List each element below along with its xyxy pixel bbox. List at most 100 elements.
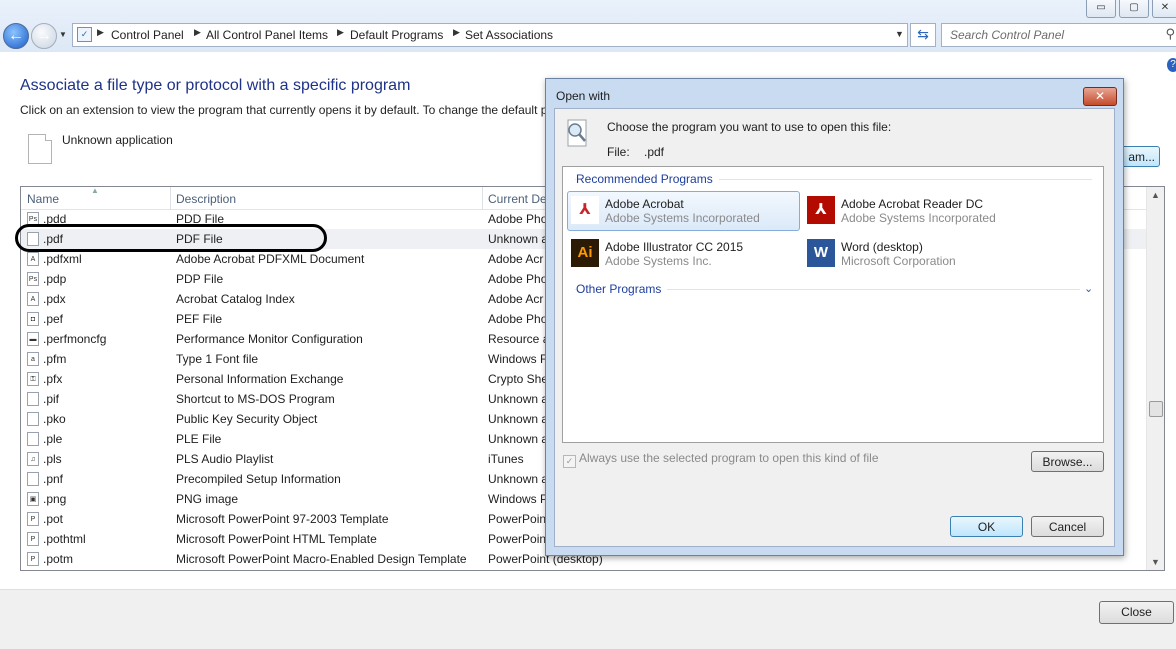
column-description[interactable]: Description [176, 192, 236, 206]
current-default-cell: PowerPoin [488, 512, 547, 526]
cancel-button[interactable]: Cancel [1031, 516, 1104, 537]
extension-cell: .pko [43, 412, 66, 426]
other-programs-header[interactable]: Other Programs [576, 282, 668, 296]
current-default-cell: Unknown a [488, 232, 549, 246]
extension-cell: .png [43, 492, 67, 506]
extension-cell: .pdfxml [43, 252, 82, 266]
current-default-cell: Windows P [488, 492, 549, 506]
browse-button[interactable]: Browse... [1031, 451, 1104, 472]
search-icon[interactable]: ⚲ [1165, 26, 1175, 42]
acrobat-icon: ⅄ [571, 196, 599, 224]
description-cell: PLE File [176, 432, 222, 446]
file-type-icon: ⚿ [27, 372, 39, 386]
column-current-default[interactable]: Current De [488, 192, 547, 206]
window-close-button[interactable]: ✕ [1152, 0, 1176, 18]
description-cell: PDP File [176, 272, 224, 286]
program-name: Adobe Acrobat Reader DC [841, 197, 984, 211]
file-type-icon: A [27, 252, 39, 266]
current-default-cell: Adobe Pho [488, 272, 548, 286]
description-cell: Type 1 Font file [176, 352, 259, 366]
extension-cell: .potm [43, 552, 74, 566]
file-type-icon: P [27, 552, 39, 566]
file-type-icon: Ps [27, 272, 39, 286]
file-type-icon [27, 392, 39, 406]
file-type-icon: ▣ [27, 492, 39, 506]
footer-bar [0, 589, 1176, 649]
file-type-icon: P [27, 512, 39, 526]
current-default-cell: Windows F [488, 352, 548, 366]
program-name: Word (desktop) [841, 240, 923, 254]
extension-cell: .ple [43, 432, 63, 446]
description-cell: Microsoft PowerPoint HTML Template [176, 532, 377, 546]
program-item[interactable]: Ai Adobe Illustrator CC 2015 Adobe Systems… [567, 234, 800, 274]
close-button[interactable]: Close [1099, 601, 1174, 624]
address-bar[interactable]: ✓ ▶ Control Panel ▶ All Control Panel It… [72, 23, 908, 47]
extension-cell: .pothtml [43, 532, 86, 546]
program-vendor: Adobe Systems Inc. [605, 254, 712, 268]
file-type-icon [27, 472, 39, 486]
program-list[interactable]: Recommended Programs ⅄ Adobe Acrobat Adobe… [562, 166, 1104, 443]
file-type-icon [27, 412, 39, 426]
program-item[interactable]: ⅄ Adobe Acrobat Reader DC Adobe Systems In… [803, 191, 1036, 231]
ok-button[interactable]: OK [950, 516, 1023, 537]
breadcrumb-default-programs[interactable]: Default Programs [350, 28, 443, 42]
dialog-close-button[interactable]: ✕ [1083, 87, 1117, 106]
history-dropdown-icon[interactable]: ▼ [59, 30, 67, 39]
recommended-programs-header[interactable]: Recommended Programs [576, 172, 719, 186]
checkbox-icon[interactable]: ✓ [563, 455, 576, 468]
breadcrumb-set-associations[interactable]: Set Associations [465, 28, 553, 42]
program-item[interactable]: W Word (desktop) Microsoft Corporation [803, 234, 1036, 274]
maximize-button[interactable]: ▢ [1119, 0, 1149, 18]
help-icon[interactable]: ? [1167, 58, 1176, 72]
description-cell: PEF File [176, 312, 223, 326]
scroll-up-icon[interactable]: ▲ [1151, 190, 1160, 200]
extension-cell: .pdx [43, 292, 66, 306]
scroll-thumb[interactable] [1149, 401, 1163, 417]
breadcrumb-separator-icon[interactable]: ▶ [453, 27, 460, 38]
forward-button[interactable]: → [31, 23, 57, 49]
sort-ascending-icon: ▲ [91, 186, 99, 195]
always-use-checkbox[interactable]: ✓ Always use the selected program to open… [563, 451, 879, 468]
program-item[interactable]: ⅄ Adobe Acrobat Adobe Systems Incorporated [567, 191, 800, 231]
file-type-icon: a [27, 352, 39, 366]
scroll-down-icon[interactable]: ▼ [1151, 557, 1160, 567]
breadcrumb-control-panel[interactable]: Control Panel [111, 28, 184, 42]
current-default-cell: PowerPoin [488, 532, 547, 546]
list-scrollbar[interactable]: ▲ ▼ [1146, 187, 1164, 570]
current-default-cell: Resource a [488, 332, 550, 346]
description-cell: Microsoft PowerPoint 97-2003 Template [176, 512, 389, 526]
file-type-icon: ♫ [27, 452, 39, 466]
column-name[interactable]: Name [27, 192, 59, 206]
description-cell: Public Key Security Object [176, 412, 318, 426]
back-button[interactable]: ← [3, 23, 29, 49]
refresh-button[interactable]: ⇆ [910, 23, 936, 47]
search-placeholder: Search Control Panel [950, 28, 1065, 42]
forward-arrow-icon: → [36, 27, 52, 44]
magnifier-icon [567, 119, 587, 147]
breadcrumb-all-items[interactable]: All Control Panel Items [206, 28, 328, 42]
breadcrumb-separator-icon[interactable]: ▶ [337, 27, 344, 38]
back-arrow-icon: ← [8, 27, 24, 44]
description-cell: Performance Monitor Configuration [176, 332, 363, 346]
breadcrumb-separator-icon[interactable]: ▶ [97, 27, 104, 38]
word-icon: W [807, 239, 835, 267]
file-type-icon: ▬ [27, 332, 39, 346]
address-dropdown-icon[interactable]: ▼ [895, 29, 904, 39]
chevron-down-icon[interactable]: ⌄ [1084, 282, 1093, 295]
dialog-title: Open with [556, 89, 611, 103]
file-label: File: [607, 145, 630, 159]
extension-cell: .pls [43, 452, 62, 466]
current-default-cell: Unknown a [488, 412, 549, 426]
minimize-button[interactable]: ▭ [1086, 0, 1116, 18]
page-description: Click on an extension to view the progra… [20, 103, 548, 117]
file-type-icon: ◘ [27, 312, 39, 326]
description-cell: Adobe Acrobat PDFXML Document [176, 252, 365, 266]
program-vendor: Adobe Systems Incorporated [841, 211, 996, 225]
breadcrumb-separator-icon[interactable]: ▶ [194, 27, 201, 38]
current-default-cell: iTunes [488, 452, 524, 466]
description-cell: Shortcut to MS-DOS Program [176, 392, 335, 406]
dialog-body: Choose the program you want to use to op… [554, 108, 1115, 547]
program-name: Adobe Illustrator CC 2015 [605, 240, 744, 254]
search-input[interactable]: Search Control Panel ⚲ [941, 23, 1176, 47]
description-cell: PNG image [176, 492, 239, 506]
